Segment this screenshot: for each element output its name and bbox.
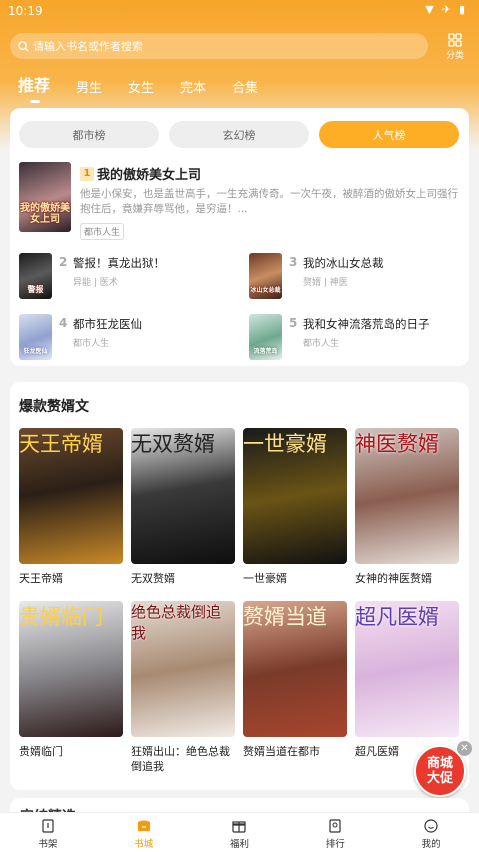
book-cover: 神医赘婿	[355, 428, 459, 564]
nav-ranking[interactable]: 排行	[287, 813, 383, 852]
nav-mine[interactable]: 我的	[383, 813, 479, 852]
rank-tab-popular[interactable]: 人气榜	[319, 121, 459, 148]
book-item[interactable]: 天王帝婿 天王帝婿	[19, 428, 123, 586]
book-cover: 冰山女总裁	[249, 253, 282, 299]
ranking-tabs: 都市榜 玄幻榜 人气榜	[19, 121, 459, 148]
status-bar: 10:19 ▼ ✈ ▮	[0, 0, 479, 22]
book-item[interactable]: 绝色总裁倒追我 狂婿出山：绝色总裁倒追我	[131, 601, 235, 774]
book-icon	[42, 819, 54, 833]
book-cover: 无双赘婿	[131, 428, 235, 564]
ranking-card: 都市榜 玄幻榜 人气榜 我的傲娇美女上司 1 我的傲娇美女上司 他是小保安，也是盖…	[10, 108, 469, 366]
book-title: 赘婿当道在都市	[243, 745, 320, 758]
rank-tab-city[interactable]: 都市榜	[19, 121, 159, 148]
book-cover: 警报	[19, 253, 52, 299]
book-meta: 都市人生	[73, 339, 110, 349]
rank-number: 3	[289, 255, 298, 269]
top-book[interactable]: 1 我的傲娇美女上司 他是小保安，也是盖世高手，一生充满传奇。一次午夜，被醉酒的傲…	[80, 163, 460, 240]
nav-bookstore[interactable]: 书城	[96, 813, 192, 852]
book-title: 都市狂龙医仙	[73, 317, 142, 331]
tab-male[interactable]: 男生	[76, 77, 102, 96]
book-meta: 赘婿 | 神医	[303, 278, 348, 288]
grid-icon	[448, 33, 462, 47]
smile-icon	[424, 819, 438, 833]
battery-icon: ▮	[458, 3, 465, 16]
book-cover: 贵婿临门	[19, 601, 123, 737]
book-cover: 超凡医婿	[355, 601, 459, 737]
book-cover: 狂龙医仙	[19, 314, 52, 360]
rank-tab-fantasy[interactable]: 玄幻榜	[169, 121, 309, 148]
book-title: 狂婿出山：绝色总裁倒追我	[131, 745, 230, 773]
book-cover: 赘婿当道	[243, 601, 347, 737]
rank-number: 2	[59, 255, 68, 269]
tab-completed[interactable]: 完本	[180, 77, 206, 96]
book-title: 女神的神医赘婿	[355, 572, 432, 585]
bottom-nav: 书架 书城 福利 排行 我的	[0, 812, 479, 852]
search-input[interactable]: 请输入书名或作者搜索	[10, 33, 428, 59]
section-title: 爆款赘婿文	[19, 399, 89, 415]
tab-recommend[interactable]: 推荐	[18, 72, 50, 103]
tab-collection[interactable]: 合集	[232, 77, 258, 96]
book-cover[interactable]: 我的傲娇美女上司	[19, 162, 71, 232]
book-cover: 流落荒岛	[249, 314, 282, 360]
search-placeholder: 请输入书名或作者搜索	[33, 40, 143, 53]
book-title: 贵婿临门	[19, 745, 63, 758]
book-cover: 绝色总裁倒追我	[131, 601, 235, 737]
book-item[interactable]: 贵婿临门 贵婿临门	[19, 601, 123, 759]
status-time: 10:19	[8, 4, 43, 18]
book-cover: 一世豪婿	[243, 428, 347, 564]
close-icon[interactable]: ✕	[457, 741, 472, 756]
book-title: 我的冰山女总裁	[303, 256, 384, 270]
book-title: 天王帝婿	[19, 572, 63, 585]
book-tag: 都市人生	[80, 223, 125, 240]
book-item[interactable]: 一世豪婿 一世豪婿	[243, 428, 347, 586]
book-meta: 异能 | 医术	[73, 278, 118, 288]
nav-bookshelf[interactable]: 书架	[0, 813, 96, 852]
rank-number: 5	[289, 316, 298, 330]
book-item[interactable]: 超凡医婿 超凡医婿	[355, 601, 459, 759]
category-label: 分类	[445, 51, 464, 61]
book-title: 一世豪婿	[243, 572, 287, 585]
book-title: 警报！真龙出狱！	[73, 256, 165, 270]
nav-welfare[interactable]: 福利	[192, 813, 288, 852]
store-icon	[137, 820, 150, 831]
book-cover: 天王帝婿	[19, 428, 123, 564]
book-description: 他是小保安，也是盖世高手，一生充满传奇。一次午夜，被醉酒的傲娇女上司强行抱住后，…	[80, 188, 458, 215]
wifi-icon: ▼	[425, 3, 434, 16]
book-item[interactable]: 赘婿当道 赘婿当道在都市	[243, 601, 347, 759]
airplane-icon: ✈	[441, 3, 451, 16]
main-tabs: 推荐 男生 女生 完本 合集	[18, 72, 284, 103]
category-button[interactable]: 分类	[440, 31, 470, 61]
rank-number: 4	[59, 316, 68, 330]
ranking-icon	[329, 819, 341, 833]
book-meta: 都市人生	[303, 339, 340, 349]
book-item[interactable]: 神医赘婿 女神的神医赘婿	[355, 428, 459, 586]
book-title: 无双赘婿	[131, 572, 175, 585]
book-title: 我的傲娇美女上司	[97, 168, 202, 183]
book-item[interactable]: 无双赘婿 无双赘婿	[131, 428, 235, 586]
tab-female[interactable]: 女生	[128, 77, 154, 96]
book-title: 我和女神流落荒岛的日子	[303, 317, 430, 331]
rank-number: 1	[80, 166, 94, 181]
gift-icon	[232, 821, 247, 833]
section-card: 爆款赘婿文 天王帝婿 天王帝婿 无双赘婿 无双赘婿 一世豪婿 一世豪婿 神医赘婿…	[10, 382, 469, 790]
search-icon	[18, 40, 29, 52]
